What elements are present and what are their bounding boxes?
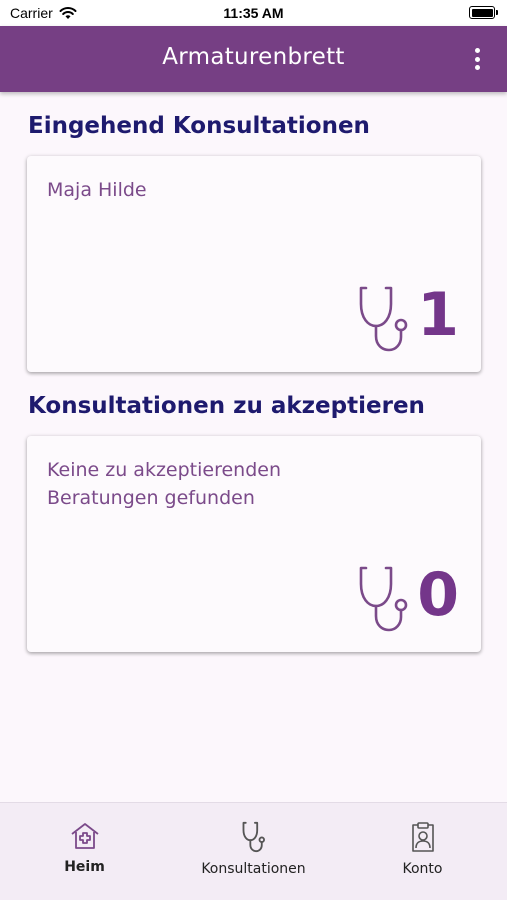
nav-item-konsultationen[interactable]: Konsultationen (169, 821, 338, 877)
to-accept-count: 0 (417, 560, 459, 630)
more-vertical-icon[interactable] (473, 48, 481, 70)
status-bar: Carrier 11:35 AM (0, 0, 507, 26)
nav-label-heim: Heim (64, 859, 105, 875)
app-bar: Armaturenbrett (0, 26, 507, 92)
page-title: Armaturenbrett (162, 44, 345, 70)
nav-label-konsultationen: Konsultationen (201, 861, 306, 877)
section-title-incoming: Eingehend Konsultationen (28, 113, 370, 139)
incoming-consultations-card[interactable]: Maja Hilde 1 (27, 156, 481, 372)
nav-item-heim[interactable]: Heim (0, 821, 169, 875)
section-title-to-accept: Konsultationen zu akzeptieren (28, 393, 425, 419)
nav-label-konto: Konto (402, 861, 443, 877)
battery-icon (469, 6, 498, 19)
card-text: Maja Hilde (47, 179, 147, 201)
card-text: Keine zu akzeptierenden Beratungen gefun… (47, 459, 282, 509)
stethoscope-icon (242, 821, 265, 853)
clipboard-user-icon (411, 822, 434, 852)
to-accept-consultations-card[interactable]: Keine zu akzeptierenden Beratungen gefun… (27, 436, 481, 652)
bottom-nav: Heim Konsultationen Konto (0, 802, 507, 900)
stethoscope-icon (359, 286, 408, 352)
status-time: 11:35 AM (223, 5, 284, 21)
nav-item-konto[interactable]: Konto (338, 821, 507, 877)
incoming-count: 1 (417, 280, 459, 350)
home-medical-icon (70, 823, 99, 849)
stethoscope-icon (359, 566, 408, 632)
